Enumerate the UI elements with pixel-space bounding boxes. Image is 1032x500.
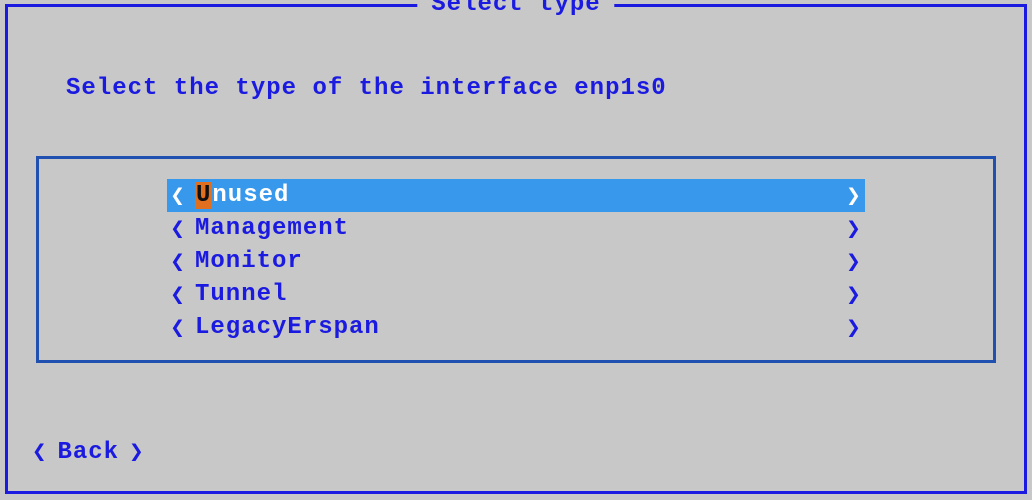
option-unused[interactable]: ❮ Unused ❯ [167,179,865,212]
option-legacyerspan[interactable]: ❮ LegacyErspan ❯ [167,311,865,344]
options-listbox: ❮ Unused ❯ ❮ Management ❯ ❮ Monitor ❯ ❮ … [36,156,996,363]
chevron-right-icon: ❯ [845,313,865,343]
option-label: LegacyErspan [187,314,380,341]
option-management[interactable]: ❮ Management ❯ [167,212,865,245]
back-label: Back [51,439,125,466]
chevron-left-icon: ❮ [167,214,187,244]
chevron-left-icon: ❮ [167,313,187,343]
accelerator-key: U [195,182,212,209]
chevron-left-icon: ❮ [167,181,187,211]
dialog-frame: Select type Select the type of the inter… [5,4,1027,494]
option-label: Monitor [187,248,303,275]
option-label: Management [187,215,349,242]
option-label: Tunnel [187,281,287,308]
dialog-title: Select type [417,0,614,18]
option-tunnel[interactable]: ❮ Tunnel ❯ [167,278,865,311]
option-label: Unused [187,182,289,209]
dialog-prompt: Select the type of the interface enp1s0 [66,75,667,102]
back-button[interactable]: ❮ Back ❯ [28,437,149,467]
option-monitor[interactable]: ❮ Monitor ❯ [167,245,865,278]
chevron-right-icon: ❯ [845,280,865,310]
option-label-rest: nused [212,182,289,209]
chevron-left-icon: ❮ [167,280,187,310]
chevron-right-icon: ❯ [845,214,865,244]
chevron-right-icon: ❯ [125,437,148,467]
chevron-left-icon: ❮ [167,247,187,277]
chevron-right-icon: ❯ [845,181,865,211]
chevron-left-icon: ❮ [28,437,51,467]
chevron-right-icon: ❯ [845,247,865,277]
